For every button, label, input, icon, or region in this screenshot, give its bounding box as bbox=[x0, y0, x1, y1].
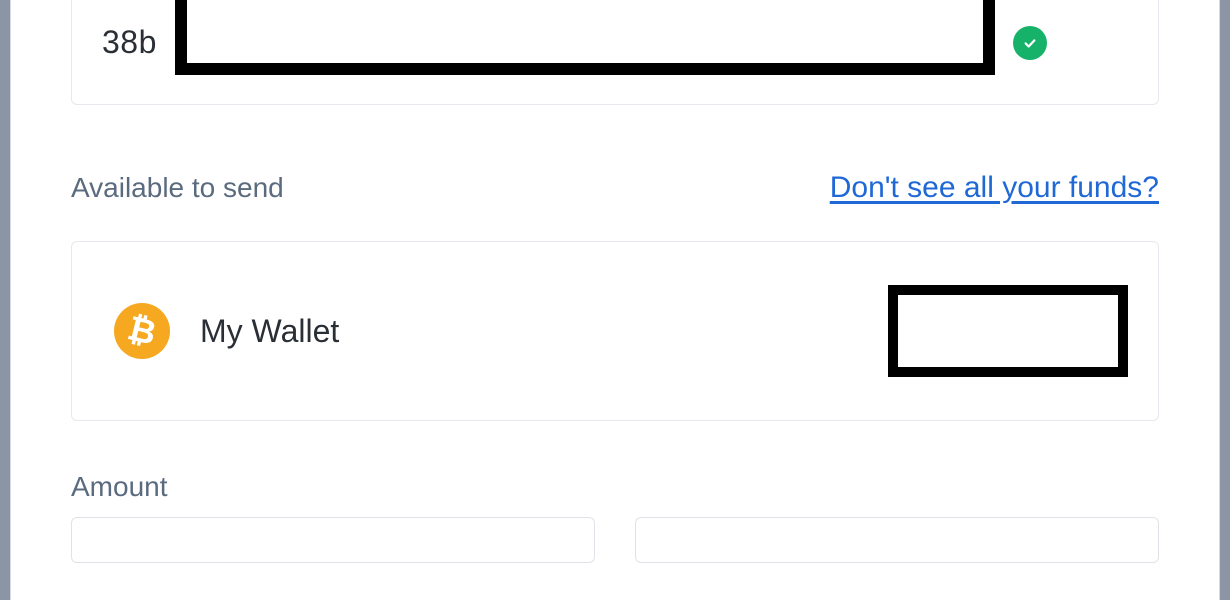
amount-label: Amount bbox=[71, 471, 1159, 503]
bitcoin-glyph: ₿ bbox=[124, 311, 159, 351]
funds-help-link[interactable]: Don't see all your funds? bbox=[830, 171, 1159, 205]
send-panel: 38b Available to send Don't see all your… bbox=[10, 0, 1220, 600]
available-label: Available to send bbox=[71, 172, 284, 204]
wallet-name-label: My Wallet bbox=[200, 313, 858, 350]
address-prefix: 38b bbox=[102, 24, 157, 61]
amount-input-secondary[interactable] bbox=[635, 517, 1159, 563]
check-icon bbox=[1013, 26, 1047, 60]
wallet-card[interactable]: ₿ My Wallet bbox=[71, 241, 1159, 421]
available-section-header: Available to send Don't see all your fun… bbox=[71, 171, 1159, 205]
balance-redacted bbox=[888, 285, 1128, 377]
amount-row bbox=[71, 517, 1159, 563]
amount-input-primary[interactable] bbox=[71, 517, 595, 563]
address-redacted bbox=[175, 0, 995, 75]
bitcoin-icon: ₿ bbox=[114, 303, 170, 359]
recipient-address-card[interactable]: 38b bbox=[71, 0, 1159, 105]
